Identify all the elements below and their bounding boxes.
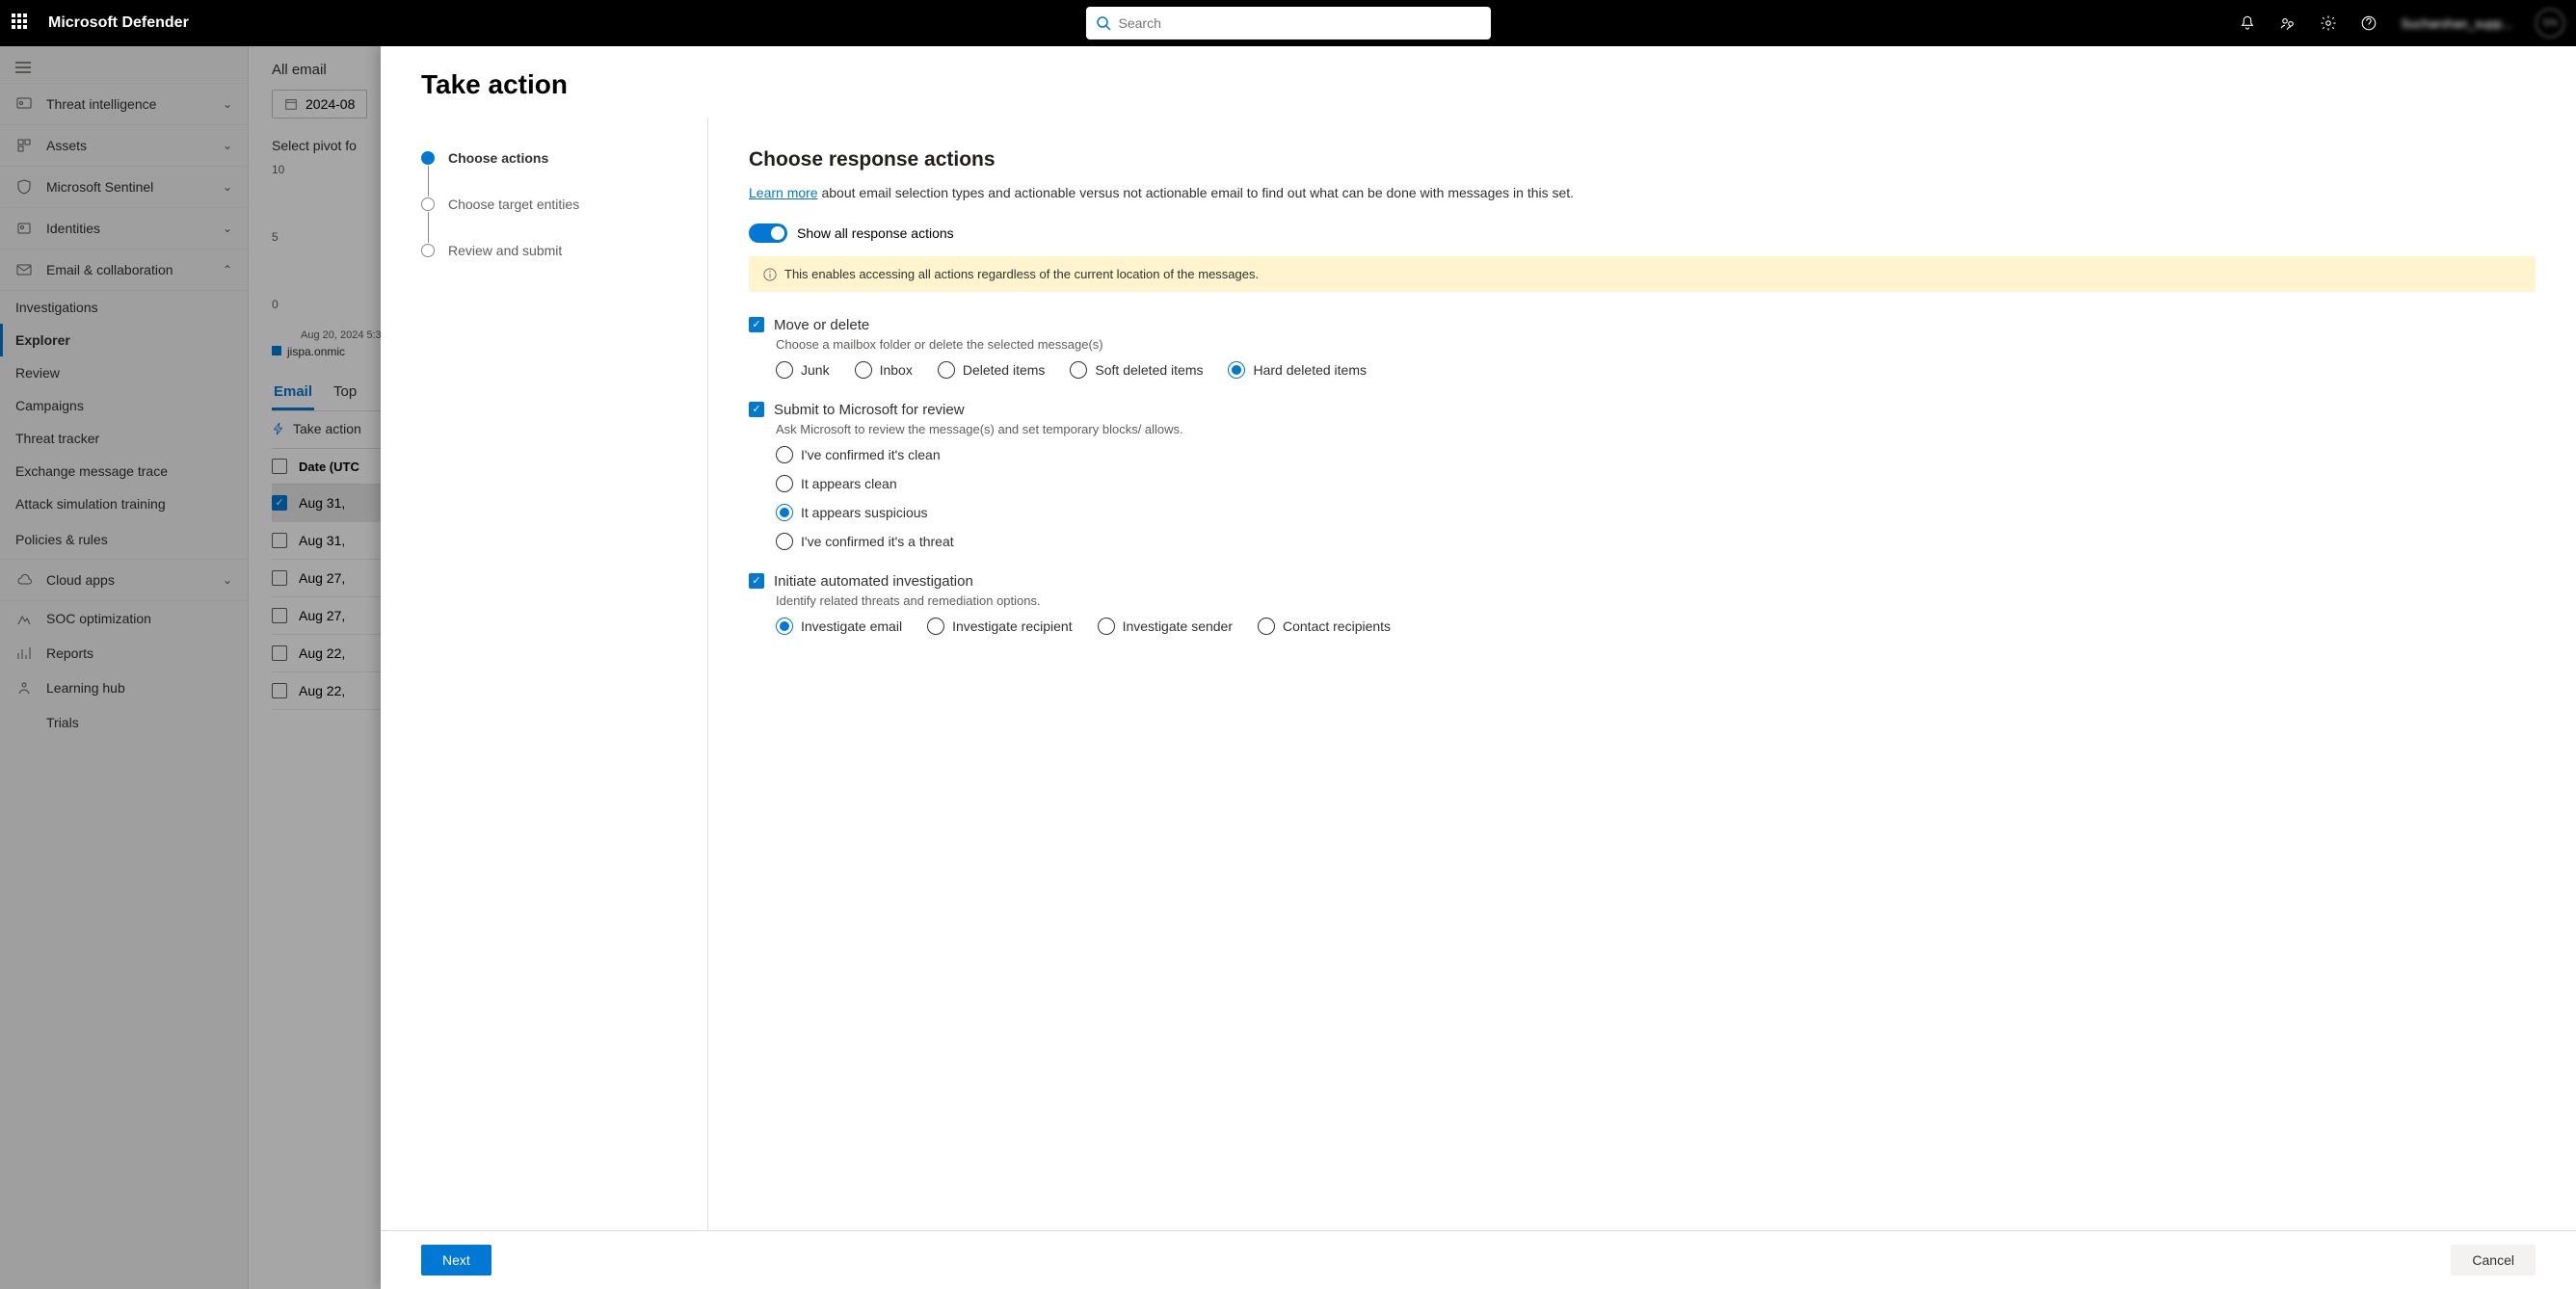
step-dot-icon	[421, 151, 435, 165]
panel-subtext: Learn more about email selection types a…	[749, 185, 2536, 200]
radio-investigate-sender[interactable]: Investigate sender	[1098, 618, 1233, 635]
step-label: Review and submit	[448, 243, 562, 258]
top-bar: Microsoft Defender Sucharshan_supp... SN	[0, 0, 2576, 46]
radio-junk[interactable]: Junk	[776, 361, 830, 379]
radio-label: Investigate email	[801, 618, 902, 634]
section-subtitle: Identify related threats and remediation…	[776, 593, 2536, 608]
radio-label: Investigate recipient	[952, 618, 1073, 634]
radio-appears-suspicious[interactable]: It appears suspicious	[776, 504, 2536, 521]
search-input[interactable]	[1119, 15, 1481, 31]
wizard-step-choose-actions[interactable]: Choose actions	[421, 150, 684, 166]
move-delete-checkbox[interactable]	[749, 317, 764, 332]
settings-icon[interactable]	[2320, 14, 2337, 32]
radio-label: I've confirmed it's a threat	[801, 534, 954, 549]
community-icon[interactable]	[2279, 14, 2297, 32]
step-dot-icon	[421, 244, 435, 257]
global-search[interactable]	[1086, 7, 1491, 39]
show-all-toggle[interactable]	[749, 224, 787, 243]
panel-subtext-rest: about email selection types and actionab…	[818, 185, 1574, 200]
radio-label: Hard deleted items	[1253, 362, 1367, 378]
radio-label: It appears clean	[801, 476, 897, 491]
notifications-icon[interactable]	[2239, 14, 2256, 32]
step-label: Choose target entities	[448, 197, 579, 212]
panel-title: Choose response actions	[749, 148, 2536, 171]
submit-microsoft-checkbox[interactable]	[749, 402, 764, 417]
radio-contact-recipients[interactable]: Contact recipients	[1258, 618, 1391, 635]
take-action-flyout: Take action Choose actions Choose target…	[381, 46, 2576, 1289]
section-title: Move or delete	[774, 317, 869, 333]
radio-label: I've confirmed it's clean	[801, 447, 941, 462]
wizard-step-target-entities[interactable]: Choose target entities	[421, 197, 684, 212]
info-banner: This enables accessing all actions regar…	[749, 256, 2536, 292]
initiate-investigation-checkbox[interactable]	[749, 573, 764, 589]
radio-label: Soft deleted items	[1095, 362, 1203, 378]
radio-inbox[interactable]: Inbox	[855, 361, 913, 379]
info-text: This enables accessing all actions regar…	[784, 267, 1259, 281]
user-name[interactable]: Sucharshan_supp...	[2401, 16, 2512, 31]
section-title: Submit to Microsoft for review	[774, 402, 965, 418]
help-icon[interactable]	[2360, 14, 2377, 32]
step-dot-icon	[421, 197, 435, 211]
app-launcher-icon[interactable]	[12, 13, 31, 33]
radio-investigate-email[interactable]: Investigate email	[776, 618, 902, 635]
radio-label: Investigate sender	[1123, 618, 1233, 634]
radio-label: It appears suspicious	[801, 505, 928, 520]
info-icon	[763, 268, 777, 281]
search-icon	[1096, 15, 1111, 31]
wizard-step-review-submit[interactable]: Review and submit	[421, 243, 684, 258]
radio-label: Junk	[801, 362, 830, 378]
radio-deleted[interactable]: Deleted items	[938, 361, 1046, 379]
section-subtitle: Ask Microsoft to review the message(s) a…	[776, 422, 2536, 436]
radio-confirmed-clean[interactable]: I've confirmed it's clean	[776, 446, 2536, 463]
radio-soft-deleted[interactable]: Soft deleted items	[1070, 361, 1203, 379]
app-title: Microsoft Defender	[48, 14, 189, 32]
radio-hard-deleted[interactable]: Hard deleted items	[1228, 361, 1367, 379]
section-title: Initiate automated investigation	[774, 573, 973, 590]
section-subtitle: Choose a mailbox folder or delete the se…	[776, 337, 2536, 352]
cancel-button[interactable]: Cancel	[2451, 1245, 2536, 1276]
next-button[interactable]: Next	[421, 1245, 491, 1276]
toggle-label: Show all response actions	[797, 225, 954, 241]
user-avatar[interactable]: SN	[2536, 9, 2564, 38]
flyout-title: Take action	[381, 46, 2576, 118]
learn-more-link[interactable]: Learn more	[749, 185, 818, 200]
radio-label: Contact recipients	[1283, 618, 1391, 634]
radio-investigate-recipient[interactable]: Investigate recipient	[927, 618, 1073, 635]
radio-label: Deleted items	[963, 362, 1046, 378]
step-label: Choose actions	[448, 150, 548, 166]
radio-appears-clean[interactable]: It appears clean	[776, 475, 2536, 492]
radio-confirmed-threat[interactable]: I've confirmed it's a threat	[776, 533, 2536, 550]
radio-label: Inbox	[880, 362, 913, 378]
wizard-steps: Choose actions Choose target entities Re…	[381, 118, 708, 1230]
